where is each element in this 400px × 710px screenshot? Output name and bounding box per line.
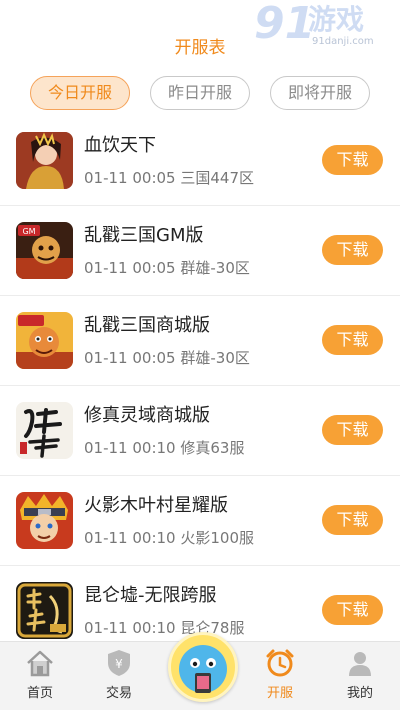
game-name: 火影木叶村星耀版 [84, 495, 228, 516]
open-info: 01-11 00:05 群雄-30区 [84, 258, 250, 278]
download-button[interactable]: 下载 [322, 505, 383, 535]
tab-yesterday[interactable]: 昨日开服 [150, 76, 250, 110]
open-time: 01-11 00:05 [84, 349, 176, 367]
game-huoying-icon[interactable] [16, 492, 73, 549]
svg-text:¥: ¥ [115, 657, 123, 671]
open-time: 01-11 00:10 [84, 619, 176, 637]
game-xiuzhen-icon[interactable] [16, 402, 73, 459]
download-button[interactable]: 下载 [322, 235, 383, 265]
list-item[interactable]: 修真灵域商城版 01-11 00:10 修真63服 下载 [0, 386, 400, 476]
open-time: 01-11 00:10 [84, 439, 176, 457]
open-info: 01-11 00:10 昆仑78服 [84, 618, 244, 638]
header: 91 游戏 91danji.com 开服表 [0, 0, 400, 60]
tab-today[interactable]: 今日开服 [30, 76, 130, 110]
open-time: 01-11 00:10 [84, 529, 176, 547]
tabbar-trade[interactable]: ¥ 交易 [89, 648, 149, 701]
download-button[interactable]: 下载 [322, 595, 383, 625]
open-info: 01-11 00:10 修真63服 [84, 438, 244, 458]
tabbar-label: 我的 [346, 686, 373, 701]
tabbar-home[interactable]: 首页 [10, 648, 70, 701]
open-time: 01-11 00:05 [84, 169, 176, 187]
list-item[interactable]: 血饮天下 01-11 00:05 三国447区 下载 [0, 116, 400, 206]
download-button[interactable]: 下载 [322, 325, 383, 355]
svg-text:GM: GM [22, 227, 35, 236]
open-info: 01-11 00:05 群雄-30区 [84, 348, 250, 368]
game-xueyin-icon[interactable] [16, 132, 73, 189]
list-item[interactable]: GM 乱戳三国GM版 01-11 00:05 群雄-30区 下载 [0, 206, 400, 296]
open-info: 01-11 00:10 火影100服 [84, 528, 254, 548]
download-button[interactable]: 下载 [322, 145, 383, 175]
server-name: 火影100服 [180, 529, 255, 547]
server-list: 血饮天下 01-11 00:05 三国447区 下载 GM 乱戳三国GM版 01… [0, 116, 400, 656]
tabbar-label: 交易 [105, 686, 132, 701]
alarm-clock-icon [265, 648, 295, 678]
tabbar-servers[interactable]: 开服 [250, 648, 310, 701]
tab-upcoming[interactable]: 即将开服 [270, 76, 370, 110]
tabbar-label: 开服 [266, 686, 293, 701]
list-item[interactable]: 乱戳三国商城版 01-11 00:05 群雄-30区 下载 [0, 296, 400, 386]
user-icon [345, 648, 375, 678]
game-luanchuo-shop-icon[interactable] [16, 312, 73, 369]
game-name: 修真灵域商城版 [84, 405, 210, 426]
game-name: 血饮天下 [84, 135, 156, 156]
download-button[interactable]: 下载 [322, 415, 383, 445]
tabbar-mine[interactable]: 我的 [330, 648, 390, 701]
open-info: 01-11 00:05 三国447区 [84, 168, 254, 188]
game-name: 乱戳三国商城版 [84, 315, 210, 336]
server-name: 群雄-30区 [180, 259, 250, 277]
game-kunlun-icon[interactable] [16, 582, 73, 639]
trade-shield-icon: ¥ [104, 648, 134, 678]
server-name: 修真63服 [180, 439, 245, 457]
game-name: 昆仑墟-无限跨服 [84, 585, 217, 606]
game-luanchuo-gm-icon[interactable]: GM [16, 222, 73, 279]
game-name: 乱戳三国GM版 [84, 225, 204, 246]
tabbar-label: 首页 [26, 686, 53, 701]
list-item[interactable]: 火影木叶村星耀版 01-11 00:10 火影100服 下载 [0, 476, 400, 566]
open-time: 01-11 00:05 [84, 259, 176, 277]
center-mascot-button[interactable] [168, 632, 238, 702]
page-title: 开服表 [174, 38, 226, 58]
server-name: 群雄-30区 [180, 349, 250, 367]
server-name: 三国447区 [180, 169, 255, 187]
home-icon [25, 648, 55, 678]
day-tabs: 今日开服 昨日开服 即将开服 [0, 76, 400, 112]
watermark-text: 游戏 [308, 3, 365, 36]
